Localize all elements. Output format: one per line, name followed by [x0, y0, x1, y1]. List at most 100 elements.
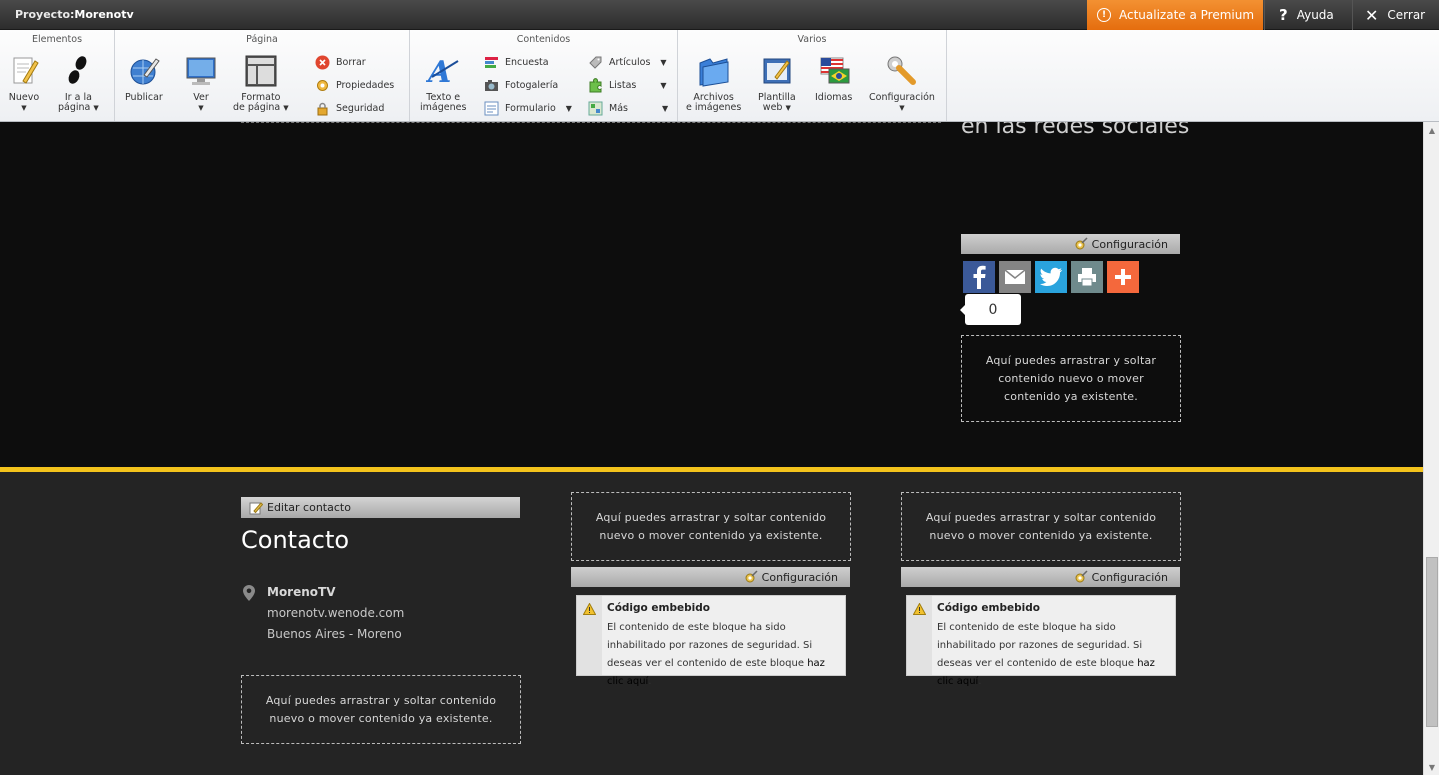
text-images-button[interactable]: A Texto e imágenes [420, 54, 466, 113]
new-button[interactable]: Nuevo ▼ [7, 54, 41, 113]
form-button[interactable]: Formulario ▼ [484, 101, 572, 116]
premium-button[interactable]: ! Actualizate a Premium [1087, 0, 1263, 30]
properties-label: Propiedades [336, 80, 395, 91]
vertical-scrollbar[interactable]: ▲ ▼ [1423, 122, 1439, 775]
twitter-share-button[interactable] [1035, 261, 1067, 293]
languages-label: Idiomas [815, 92, 853, 103]
group-title: Varios [797, 34, 827, 45]
security-button[interactable]: Seguridad [315, 101, 384, 116]
lists-button[interactable]: Listas ▼ [588, 78, 667, 93]
chevron-down-icon: ▼ [198, 104, 204, 112]
group-title: Elementos [31, 34, 83, 45]
embed-config-bar[interactable]: Configuración [901, 567, 1180, 587]
template-icon [760, 54, 794, 88]
view-button[interactable]: Ver ▼ [184, 54, 218, 113]
drop-zone[interactable]: Aquí puedes arrastrar y soltar contenido… [241, 675, 521, 744]
project-title: Proyecto:Morenotv [15, 8, 134, 21]
close-icon: ✕ [1365, 5, 1379, 25]
scroll-down-arrow[interactable]: ▼ [1424, 759, 1439, 775]
scroll-thumb[interactable] [1426, 557, 1438, 727]
more-button[interactable]: Más ▼ [588, 101, 668, 116]
form-icon [484, 101, 499, 116]
contact-name: MorenoTV [267, 585, 336, 599]
lock-icon [317, 102, 328, 116]
chevron-down-icon: ▼ [93, 104, 99, 112]
grid-icon [588, 101, 603, 116]
drop-zone[interactable]: Aquí puedes arrastrar y soltar contenido… [571, 492, 851, 561]
template-button[interactable]: Plantilla web ▼ [758, 54, 796, 113]
files-label-2: e imágenes [686, 102, 742, 113]
languages-button[interactable]: Idiomas [815, 54, 852, 103]
camera-icon [485, 80, 498, 91]
email-share-button[interactable] [999, 261, 1031, 293]
gallery-button[interactable]: Fotogalería [484, 78, 558, 93]
delete-page-button[interactable]: Borrar [315, 55, 366, 70]
exclamation-icon: ! [1097, 8, 1111, 22]
chevron-down-icon: ▼ [661, 104, 669, 113]
project-name: Morenotv [74, 8, 134, 21]
print-share-button[interactable] [1071, 261, 1103, 293]
chevron-down-icon: ▼ [785, 104, 791, 112]
tag-icon [589, 56, 602, 69]
pencil-note-icon [7, 54, 41, 88]
edit-contact-bar[interactable]: Editar contacto [241, 497, 520, 518]
project-label: Proyecto: [15, 8, 75, 21]
flags-icon [817, 54, 851, 88]
text-label-2: imágenes [420, 102, 467, 113]
group-elementos: Elementos Nuevo ▼ Ir a la página ▼ [0, 30, 115, 121]
close-button[interactable]: ✕ Cerrar [1352, 0, 1439, 30]
share-config-bar[interactable]: Configuración [961, 234, 1180, 254]
embed-config-bar[interactable]: Configuración [571, 567, 850, 587]
delete-label: Borrar [336, 57, 366, 68]
content-block-border [241, 122, 941, 124]
monitor-icon [184, 54, 218, 88]
poll-icon [485, 57, 498, 68]
svg-text:A: A [426, 55, 451, 87]
group-pagina: Página Publicar Ver ▼ Formato de página … [115, 30, 410, 121]
settings-button[interactable]: Configuración ▼ [869, 54, 935, 113]
title-bar: Proyecto:Morenotv ! Actualizate a Premiu… [0, 0, 1439, 30]
chevron-down-icon: ▼ [283, 104, 289, 112]
warning-icon [583, 603, 596, 615]
help-label: Ayuda [1296, 8, 1334, 22]
page-format-button[interactable]: Formato de página ▼ [233, 54, 289, 113]
new-label: Nuevo [8, 92, 40, 103]
twitter-icon [1040, 267, 1063, 286]
layout-icon [244, 54, 278, 88]
question-icon: ? [1279, 6, 1288, 24]
publish-button[interactable]: Publicar [125, 54, 163, 103]
chevron-down-icon: ▼ [899, 104, 905, 112]
ribbon-toolbar: Elementos Nuevo ▼ Ir a la página ▼ Págin… [0, 30, 1439, 122]
more-share-button[interactable] [1107, 261, 1139, 293]
group-title: Página [246, 34, 278, 45]
goto-page-button[interactable]: Ir a la página ▼ [58, 54, 99, 113]
settings-label: Configuración [869, 92, 935, 103]
goto-label-2: página ▼ [58, 102, 99, 113]
articles-button[interactable]: Artículos ▼ [588, 55, 667, 70]
properties-button[interactable]: Propiedades [315, 78, 394, 93]
folder-icon [697, 54, 731, 88]
gear-icon [1075, 570, 1088, 583]
poll-button[interactable]: Encuesta [484, 55, 549, 70]
location-pin-icon [243, 585, 255, 601]
chevron-down-icon: ▼ [565, 104, 572, 113]
premium-label: Actualizate a Premium [1119, 8, 1255, 22]
embed-title: Código embebido [937, 602, 1040, 614]
drop-zone[interactable]: Aquí puedes arrastrar y soltar contenido… [961, 335, 1181, 422]
files-button[interactable]: Archivos e imágenes [686, 54, 741, 113]
wrench-icon [885, 54, 919, 88]
more-label: Más [609, 103, 628, 114]
puzzle-icon [589, 78, 602, 93]
page-canvas: en las redes sociales Configuración 0 Aq… [0, 122, 1423, 775]
contact-url[interactable]: morenotv.wenode.com [267, 606, 404, 620]
group-varios: Varios Archivos e imágenes Plantilla web… [678, 30, 947, 121]
embed-body: El contenido de este bloque ha sido inha… [607, 622, 825, 687]
chevron-down-icon: ▼ [21, 104, 27, 112]
facebook-share-button[interactable] [963, 261, 995, 293]
warning-icon [913, 603, 926, 615]
help-button[interactable]: ? Ayuda [1264, 0, 1351, 30]
scroll-up-arrow[interactable]: ▲ [1424, 122, 1439, 138]
drop-zone[interactable]: Aquí puedes arrastrar y soltar contenido… [901, 492, 1181, 561]
template-label-2: web ▼ [762, 102, 791, 113]
plus-icon [1115, 269, 1131, 285]
